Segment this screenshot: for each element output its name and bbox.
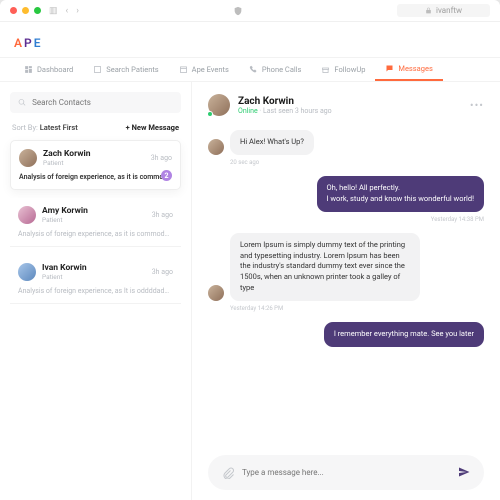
back-icon[interactable]: ‹ xyxy=(66,6,69,16)
avatar xyxy=(208,139,224,155)
close-dot[interactable] xyxy=(10,7,17,14)
contact-preview: Analysis of foreign experience, as it is… xyxy=(18,230,173,238)
gift-icon xyxy=(321,65,330,74)
tab-dashboard[interactable]: Dashboard xyxy=(14,58,83,81)
sort-label: Sort By: xyxy=(12,123,38,132)
address-bar[interactable]: ivanftw xyxy=(397,4,490,17)
phone-icon xyxy=(249,65,258,74)
zoom-dot[interactable] xyxy=(34,7,41,14)
message-out: I remember everything mate. See you late… xyxy=(208,322,484,347)
contacts-sidebar: Sort By: Latest First + New Message Zach… xyxy=(0,82,192,500)
contact-preview: Analysis of foreign experience, as It is… xyxy=(18,287,173,295)
main-tabs: Dashboard Search Patients Ape Events Pho… xyxy=(0,57,500,82)
search-input[interactable] xyxy=(32,98,173,107)
calendar-icon xyxy=(179,65,188,74)
forward-icon[interactable]: › xyxy=(76,6,79,16)
url-text: ivanftw xyxy=(436,6,462,15)
unread-badge: 2 xyxy=(161,170,172,181)
contact-time: 3h ago xyxy=(151,154,172,162)
minimize-dot[interactable] xyxy=(22,7,29,14)
sidebar-toggle-icon[interactable]: ▥ xyxy=(49,6,58,16)
avatar xyxy=(208,285,224,301)
chat-header: Zach Korwin Online · Last seen 3 hours a… xyxy=(208,94,484,116)
chat-name: Zach Korwin xyxy=(238,96,332,107)
dashboard-icon xyxy=(24,65,33,74)
new-message-button[interactable]: + New Message xyxy=(126,123,179,132)
send-icon xyxy=(458,466,470,478)
more-menu-icon[interactable]: ••• xyxy=(470,99,484,112)
presence-dot xyxy=(207,111,213,117)
chat-panel: Zach Korwin Online · Last seen 3 hours a… xyxy=(192,82,500,500)
bubble: Hi Alex! What's Up? xyxy=(230,130,314,155)
nav-buttons: ▥ ‹ › xyxy=(49,6,79,16)
bubble: I remember everything mate. See you late… xyxy=(324,322,484,347)
tab-followup[interactable]: FollowUp xyxy=(311,58,375,81)
titlebar: ▥ ‹ › ivanftw xyxy=(0,0,500,22)
avatar xyxy=(18,263,36,281)
contact-name: Amy Korwin xyxy=(42,206,88,216)
avatar xyxy=(208,94,230,116)
composer-input[interactable] xyxy=(242,468,450,477)
avatar xyxy=(19,149,37,167)
tab-messages[interactable]: Messages xyxy=(375,58,442,81)
lock-icon xyxy=(425,7,432,14)
search-contacts[interactable] xyxy=(10,92,181,113)
contact-card[interactable]: Ivan Korwin Patient 3h ago Analysis of f… xyxy=(10,255,181,304)
timestamp: Yesterday 14:38 PM xyxy=(208,216,484,223)
search-icon xyxy=(18,98,26,107)
tab-ape-events[interactable]: Ape Events xyxy=(169,58,239,81)
bubble: Lorem Ipsum is simply dummy text of the … xyxy=(230,233,420,301)
contact-role: Patient xyxy=(43,159,91,167)
message-in: Lorem Ipsum is simply dummy text of the … xyxy=(208,233,484,301)
contact-time: 3h ago xyxy=(152,211,173,219)
messages-list: Hi Alex! What's Up? 20 sec ago Oh, hello… xyxy=(208,130,484,445)
contact-card[interactable]: Zach Korwin Patient 3h ago Analysis of f… xyxy=(10,140,181,190)
message-in: Hi Alex! What's Up? xyxy=(208,130,484,155)
shield-icon xyxy=(233,6,243,16)
app-window: ▥ ‹ › ivanftw APE Dashboard Search Patie… xyxy=(0,0,500,500)
brand-logo: APE xyxy=(0,22,500,57)
contact-time: 3h ago xyxy=(152,268,173,276)
contact-role: Patient xyxy=(42,216,88,224)
message-out: Oh, hello! All perfectly. I work, study … xyxy=(208,176,484,212)
attachment-icon[interactable] xyxy=(222,467,234,479)
sort-value[interactable]: Latest First xyxy=(40,123,78,132)
content: Sort By: Latest First + New Message Zach… xyxy=(0,82,500,500)
tab-phone-calls[interactable]: Phone Calls xyxy=(239,58,312,81)
contact-name: Ivan Korwin xyxy=(42,263,87,273)
patients-icon xyxy=(93,65,102,74)
timestamp: Yesterday 14:26 PM xyxy=(230,305,484,312)
send-button[interactable] xyxy=(458,463,470,482)
traffic-lights xyxy=(10,7,41,14)
chat-icon xyxy=(385,64,394,73)
tab-search-patients[interactable]: Search Patients xyxy=(83,58,168,81)
bubble: Oh, hello! All perfectly. I work, study … xyxy=(317,176,484,212)
contact-card[interactable]: Amy Korwin Patient 3h ago Analysis of fo… xyxy=(10,198,181,247)
timestamp: 20 sec ago xyxy=(230,159,484,166)
contact-preview: Analysis of foreign experience, as it is… xyxy=(19,173,172,181)
chat-status: Online · Last seen 3 hours ago xyxy=(238,107,332,115)
avatar xyxy=(18,206,36,224)
contact-name: Zach Korwin xyxy=(43,149,91,159)
composer xyxy=(208,455,484,490)
contact-role: Patient xyxy=(42,273,87,281)
sort-row: Sort By: Latest First + New Message xyxy=(12,123,179,132)
